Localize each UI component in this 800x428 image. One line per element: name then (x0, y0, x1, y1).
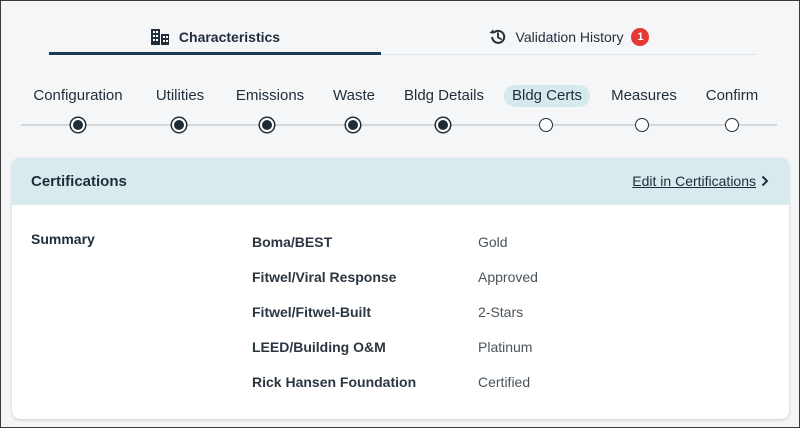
certifications-card: Certifications Edit in Certifications Su… (12, 158, 789, 419)
step-emissions[interactable]: Emissions (236, 85, 304, 107)
edit-link-label: Edit in Certifications (632, 173, 756, 189)
step-measures[interactable]: Measures (611, 85, 677, 107)
cert-row: Fitwel/Fitwel-Built 2-Stars (12, 304, 789, 326)
step-bldg-certs[interactable]: Bldg Certs (503, 85, 591, 107)
cert-name: Rick Hansen Foundation (252, 374, 417, 390)
step-dot-confirm[interactable] (725, 118, 739, 132)
step-dot-utilities[interactable] (172, 118, 186, 132)
cert-row: Fitwel/Viral Response Approved (12, 269, 789, 291)
cert-row: Boma/BEST Gold (12, 234, 789, 256)
app-frame: Characteristics Validation History 1 Con… (0, 0, 800, 428)
tab-validation-history[interactable]: Validation History 1 (381, 19, 757, 55)
cert-name: Fitwel/Fitwel-Built (252, 304, 371, 320)
step-bldg-details[interactable]: Bldg Details (404, 85, 484, 107)
chevron-right-icon (761, 175, 769, 187)
step-dot-emissions[interactable] (260, 118, 274, 132)
cert-row: Rick Hansen Foundation Certified (12, 374, 789, 396)
stepper-track (21, 124, 777, 126)
cert-value: Gold (478, 234, 508, 250)
cert-value: Certified (478, 374, 531, 390)
tab-characteristics-label: Characteristics (178, 29, 281, 45)
building-icon (150, 28, 170, 46)
step-dot-bldg-details[interactable] (436, 118, 450, 132)
active-tab-indicator (49, 52, 381, 55)
card-title: Certifications (31, 173, 127, 190)
cert-name: Boma/BEST (252, 234, 333, 250)
card-header: Certifications Edit in Certifications (12, 158, 789, 205)
cert-value: Approved (478, 269, 538, 285)
cert-name: LEED/Building O&M (252, 339, 386, 355)
step-configuration[interactable]: Configuration (33, 85, 122, 107)
cert-value: 2-Stars (478, 304, 524, 320)
step-confirm[interactable]: Confirm (706, 85, 759, 107)
history-icon (489, 28, 507, 46)
tab-validation-label: Validation History (515, 29, 624, 45)
edit-certifications-link[interactable]: Edit in Certifications (632, 173, 769, 189)
step-utilities[interactable]: Utilities (156, 85, 204, 107)
notification-badge: 1 (631, 28, 650, 46)
step-dot-waste[interactable] (346, 118, 360, 132)
tab-characteristics[interactable]: Characteristics (49, 19, 381, 55)
tab-divider (381, 54, 757, 55)
step-dot-measures[interactable] (635, 118, 649, 132)
cert-name: Fitwel/Viral Response (252, 269, 397, 285)
step-waste[interactable]: Waste (333, 85, 375, 107)
step-dot-configuration[interactable] (71, 118, 85, 132)
step-dot-bldg-certs[interactable] (539, 118, 553, 132)
cert-row: LEED/Building O&M Platinum (12, 339, 789, 361)
cert-value: Platinum (478, 339, 533, 355)
